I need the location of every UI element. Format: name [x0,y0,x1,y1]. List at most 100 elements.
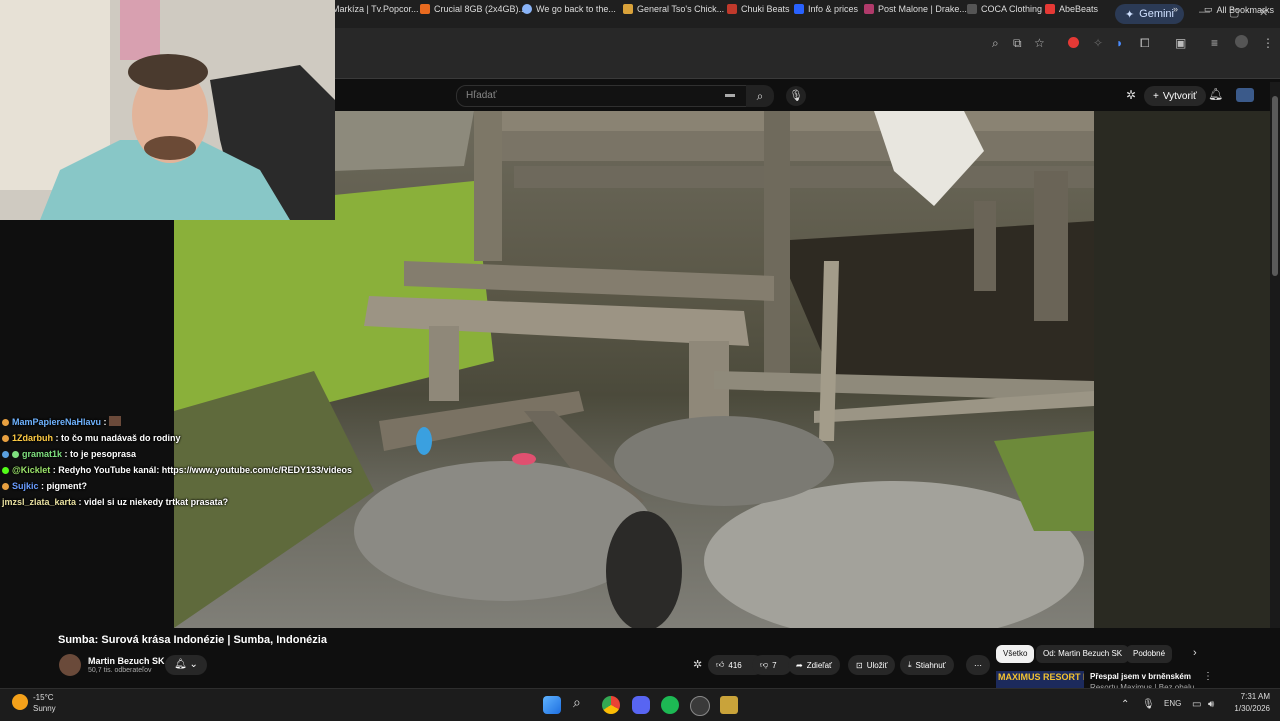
badge-icon [2,483,9,490]
chat-username: 1Zdarbuh [12,433,54,443]
chevron-up-icon[interactable]: ⌃ [1121,699,1129,710]
bookmark-item[interactable]: AbeBeats [1045,4,1098,14]
search-button[interactable]: ⌕ [746,85,774,107]
install-app-icon[interactable]: ⧉ [1013,36,1022,51]
favicon-icon [1045,4,1055,14]
more-actions-button[interactable]: ⋯ [966,655,990,675]
sparkle-icon: ✦ [1124,8,1135,21]
bookmark-item[interactable]: COCA Clothing [967,4,1042,14]
windows-start-icon[interactable] [543,696,561,714]
chat-message: Sujkic : pigment? [2,478,342,494]
thumbnail-text: MAXIMUS RESORT BRNO [998,672,1084,682]
recommendation-thumbnail[interactable]: MAXIMUS RESORT BRNO [996,671,1084,688]
obs-icon[interactable] [690,696,710,716]
all-bookmarks-button[interactable]: ▭ All Bookmarks [1204,4,1274,15]
chat-username: jmzsl_zlata_karta [2,497,77,507]
badge-icon [2,435,9,442]
share-icon: ➦ [796,660,803,670]
thumbs-down-icon: 👎︎ [760,660,769,669]
search-icon[interactable]: ⌕ [573,694,581,711]
badge-icon [2,451,9,458]
zoom-icon[interactable]: ⌕ [992,36,999,51]
microphone-icon[interactable]: 🎙︎ [1142,699,1155,710]
search-input[interactable]: Hľadať ▬ [456,85,748,107]
extension-icon[interactable]: ◗ [1116,36,1123,50]
chrome-icon[interactable] [602,696,620,714]
chip-channel[interactable]: Od: Martin Bezuch SK [1036,645,1130,663]
favicon-icon [864,4,874,14]
badge-icon [12,451,19,458]
folder-icon: ▭ [1204,4,1213,14]
kebab-menu-icon[interactable]: ⋮ [1262,36,1274,50]
subscribe-bell-button[interactable]: 🔔︎ ⌄ [165,655,207,675]
language-indicator[interactable]: ENG [1164,699,1181,708]
bell-icon: 🔔︎ ⌄ [174,659,198,670]
app-icon[interactable] [720,696,738,714]
bookmark-item[interactable]: We go back to the... [522,4,616,14]
gear-icon[interactable]: ✲ [1126,88,1136,102]
subscriber-count: 50,7 tis. odberateľov [88,667,152,674]
weather-icon[interactable] [12,694,28,710]
bookmark-item[interactable]: General Tso's Chick... [623,4,724,14]
clock-time[interactable]: 7:31 AM [1230,692,1270,701]
save-button[interactable]: ⊡ Uložiť [848,655,896,675]
extension-icon[interactable] [1068,37,1079,48]
chat-username: MamPapiereNaHlavu [12,417,102,427]
discord-icon[interactable] [632,696,650,714]
notifications-bell-icon[interactable]: 🔔︎ [1208,87,1223,101]
chevron-right-icon[interactable]: › [1193,647,1197,659]
profile-avatar[interactable] [1235,35,1248,48]
extensions-puzzle-icon[interactable]: ⧠ [1140,36,1150,51]
search-placeholder: Hľadať [466,90,497,101]
volume-icon[interactable]: 🔊︎ [1208,699,1214,710]
badge-icon [2,419,9,426]
download-button[interactable]: ⤓ Stiahnuť [900,655,954,675]
chip-related[interactable]: Podobné [1126,645,1173,663]
bookmark-item[interactable]: Info & prices [794,4,858,14]
extension-icon[interactable]: ✧ [1093,36,1103,50]
create-button[interactable]: + Vytvoriť [1144,86,1206,106]
search-icon: ⌕ [756,89,764,103]
keyboard-icon[interactable]: ▬ [725,89,735,100]
voice-search-button[interactable]: 🎙︎ [786,86,806,106]
channel-name[interactable]: Martin Bezuch SK [88,656,165,666]
bookmark-item[interactable]: Crucial 8GB (2x4GB)... [420,4,526,14]
spotify-icon[interactable] [661,696,679,714]
chat-text: to čo mu nadávaš do rodiny [61,433,181,443]
dislike-button[interactable]: 👎︎ 7 [752,655,792,675]
favicon-icon [420,4,430,14]
avatar[interactable] [1236,88,1254,102]
video-title: Sumba: Surová krása Indonézie | Sumba, I… [58,634,327,646]
share-button[interactable]: ➦ Zdieľať [788,655,841,675]
plus-icon: + [1153,90,1159,102]
clock-date[interactable]: 1/30/2026 [1224,704,1270,713]
channel-avatar[interactable] [59,654,81,676]
media-icon[interactable]: ≡ [1211,36,1218,50]
favicon-icon [794,4,804,14]
video-side-background [1094,111,1270,628]
badge-icon [2,467,9,474]
kebab-menu-icon[interactable]: ⋮ [1203,671,1213,682]
download-icon: ⤓ [908,660,912,669]
chat-text: Redyho YouTube kanál: https://www.youtub… [58,465,353,475]
sidepanel-icon[interactable]: ▣ [1175,36,1186,50]
bookmark-star-icon[interactable]: ☆ [1034,36,1045,50]
scrollbar-thumb[interactable] [1272,96,1278,276]
network-icon[interactable]: ▭ [1192,699,1201,710]
chat-message: jmzsl_zlata_karta : videl si uz niekedy … [2,497,229,507]
bookmark-item[interactable]: Chuki Beats [727,4,790,14]
chat-message: gramat1k : to je pesoprasa [2,446,342,462]
bookmarks-overflow-icon[interactable]: » [1173,4,1178,14]
chip-all[interactable]: Všetko [996,645,1035,663]
webcam-frame [0,0,335,220]
favicon-icon [727,4,737,14]
temperature: -15°C [33,693,54,702]
favicon-icon [623,4,633,14]
gear-icon[interactable]: ✲ [693,658,702,671]
bookmark-item[interactable]: Markíza | Tv.Popcor... [332,4,419,14]
bookmark-item[interactable]: Post Malone | Drake... [864,4,967,14]
chat-message: 1Zdarbuh : to čo mu nadávaš do rodiny [2,430,342,446]
bookmark-icon: ⊡ [856,660,863,670]
favicon-icon [522,4,532,14]
recommendation-title[interactable]: Přespal jsem v brněnském [1090,672,1191,681]
